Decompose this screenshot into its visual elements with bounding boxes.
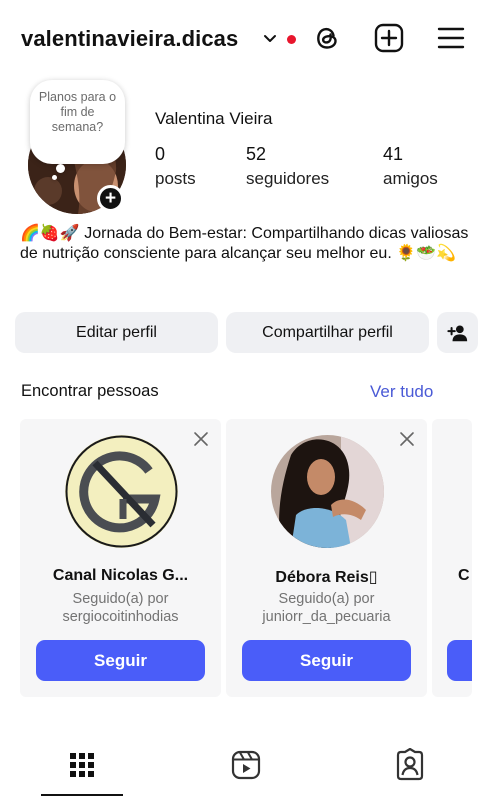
suggestion-card[interactable]: Débora Reis▯ Seguido(a) por juniorr_da_p…	[226, 419, 427, 697]
profile-tabs	[0, 740, 493, 800]
suggestion-name[interactable]: Débora Reis▯	[226, 567, 427, 587]
suggestion-name[interactable]: Canal Nicolas G...	[20, 567, 221, 585]
new-post-icon[interactable]	[373, 22, 405, 54]
profile-bio: 🌈🍓🚀 Jornada do Bem-estar: Compartilhando…	[20, 225, 469, 262]
follow-button[interactable]	[447, 640, 472, 681]
discover-people-button[interactable]	[437, 312, 478, 353]
follow-button[interactable]: Seguir	[242, 640, 411, 681]
add-person-icon	[446, 324, 467, 341]
channel-logo-image	[65, 435, 178, 548]
stat-label: amigos	[383, 169, 438, 188]
follow-button[interactable]: Seguir	[36, 640, 205, 681]
stat-value: 52	[246, 144, 267, 164]
chevron-down-icon[interactable]	[262, 31, 278, 47]
person-photo	[271, 435, 384, 548]
followed-by-label: Seguido(a) por	[72, 591, 169, 607]
followed-by-user: sergiocoitinhodias	[62, 609, 179, 625]
active-tab-indicator	[41, 794, 123, 796]
followed-by-label: Seguido(a) por	[278, 591, 375, 607]
add-story-button[interactable]: +	[97, 185, 124, 212]
suggestions-title: Encontrar pessoas	[21, 382, 159, 400]
profile-header: valentinavieira.dicas	[0, 0, 493, 80]
see-all-link[interactable]: Ver tudo	[370, 382, 433, 402]
note-bubble-tail	[56, 164, 65, 173]
plus-icon: +	[104, 188, 117, 209]
tagged-icon[interactable]	[393, 748, 427, 782]
threads-icon[interactable]	[311, 22, 343, 54]
close-icon[interactable]	[193, 431, 209, 447]
reels-icon[interactable]	[229, 748, 263, 782]
stat-label: seguidores	[246, 169, 330, 188]
followed-by-text: Seguido(a) por juniorr_da_pecuaria	[226, 590, 427, 626]
suggestion-card[interactable]: Canal Nicolas G... Seguido(a) por sergio…	[20, 419, 221, 697]
followed-by-user: juniorr_da_pecuaria	[262, 609, 391, 625]
stat-followers[interactable]: 52 seguidores	[246, 144, 329, 189]
notification-dot	[287, 35, 296, 44]
followed-by-text: Seguido(a) por sergiocoitinhodias	[20, 590, 221, 626]
menu-icon[interactable]	[435, 22, 467, 54]
stat-label: posts	[155, 169, 196, 188]
stat-friends[interactable]: 41 amigos	[383, 144, 438, 189]
username-title[interactable]: valentinavieira.dicas	[21, 26, 238, 52]
grid-icon[interactable]	[65, 748, 99, 782]
suggestion-avatar[interactable]	[65, 435, 178, 548]
note-bubble-tail-small	[52, 175, 57, 180]
share-profile-button[interactable]: Compartilhar perfil	[226, 312, 429, 353]
suggestion-name[interactable]: C	[432, 567, 472, 585]
suggestion-card-partial[interactable]: C	[432, 419, 472, 697]
close-icon[interactable]	[399, 431, 415, 447]
full-name: Valentina Vieira	[155, 109, 273, 128]
profile-note[interactable]: Planos para o fim de semana?	[30, 80, 125, 164]
stat-posts[interactable]: 0 posts	[155, 144, 196, 189]
edit-profile-button[interactable]: Editar perfil	[15, 312, 218, 353]
stat-value: 41	[383, 144, 404, 164]
stat-value: 0	[155, 144, 166, 164]
suggestion-avatar[interactable]	[271, 435, 384, 548]
